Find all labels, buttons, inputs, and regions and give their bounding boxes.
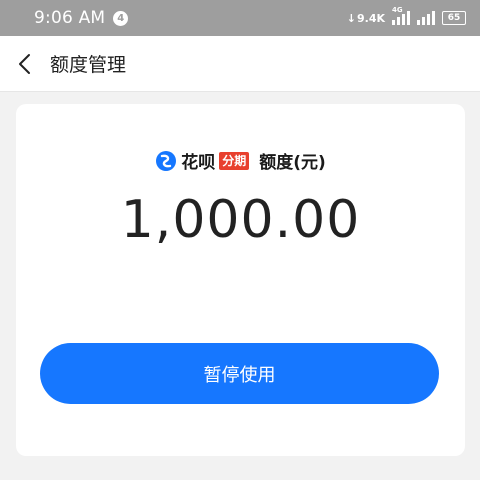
net-speed: ↓ 9.4K	[347, 12, 385, 25]
status-time: 9:06 AM	[34, 8, 106, 28]
brand-name: 花呗	[181, 153, 216, 173]
network-type: 4G	[392, 6, 403, 14]
download-arrow-icon: ↓	[346, 11, 356, 25]
chevron-left-icon	[19, 53, 30, 74]
page-title: 额度管理	[50, 54, 127, 76]
brand-tag: 分期	[219, 151, 250, 170]
nav-bar: 额度管理	[0, 36, 480, 92]
status-bar: 9:06 AM 4 ↓ 9.4K 4G 65	[0, 0, 480, 36]
cell-signal-icon-2	[417, 11, 435, 25]
cell-signal-icon: 4G	[392, 6, 410, 25]
net-speed-value: 9.4K	[356, 11, 385, 25]
credit-limit-card: 花呗 分期 额度(元) 1,000.00 暂停使用	[16, 104, 465, 456]
battery-icon: 65	[442, 11, 466, 25]
notification-badge: 4	[113, 10, 129, 26]
limit-amount: 1,000.00	[120, 190, 361, 250]
huabei-logo-icon	[156, 150, 177, 171]
back-button[interactable]	[0, 36, 48, 92]
limit-label: 额度(元)	[259, 153, 326, 173]
status-icons: ↓ 9.4K 4G 65	[347, 6, 466, 25]
brand-row: 花呗 分期 额度(元)	[16, 148, 465, 173]
pause-use-button[interactable]: 暂停使用	[40, 343, 439, 404]
